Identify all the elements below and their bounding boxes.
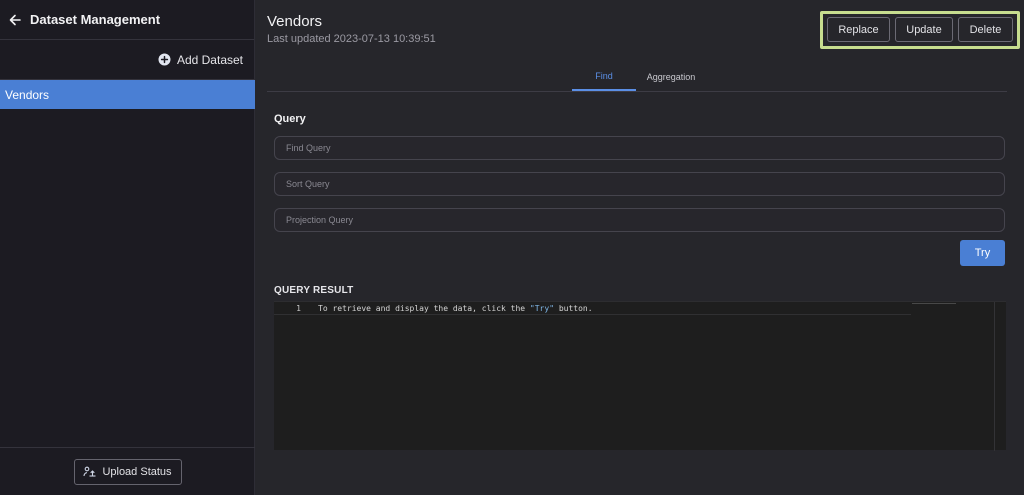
query-result-heading: QUERY RESULT — [274, 285, 354, 296]
result-message: To retrieve and display the data, click … — [318, 304, 593, 313]
sidebar: Dataset Management Add Dataset Vendors U… — [0, 0, 255, 495]
try-button[interactable]: Try — [960, 240, 1005, 266]
sidebar-header: Dataset Management — [0, 0, 254, 40]
add-dataset-label: Add Dataset — [176, 52, 243, 67]
editor-minimap[interactable] — [912, 302, 956, 305]
tab-aggregation[interactable]: Aggregation — [639, 62, 703, 91]
add-dataset-button[interactable]: Add Dataset — [0, 40, 254, 80]
tab-find[interactable]: Find — [572, 62, 636, 91]
upload-status-label: Upload Status — [102, 465, 172, 478]
back-arrow-icon[interactable] — [8, 13, 22, 27]
query-heading: Query — [274, 113, 306, 125]
find-query-input[interactable] — [274, 136, 1005, 160]
upload-status-icon — [83, 466, 96, 477]
upload-status-button[interactable]: Upload Status — [73, 458, 182, 485]
tab-bar: Find Aggregation — [267, 62, 1007, 92]
last-updated-value: 2023-07-13 10:39:51 — [333, 33, 436, 45]
result-message-end: button. — [554, 304, 593, 313]
last-updated: Last updated 2023-07-13 10:39:51 — [267, 33, 436, 45]
line-number: 1 — [296, 304, 301, 313]
delete-button[interactable]: Delete — [958, 17, 1013, 42]
projection-query-input[interactable] — [274, 208, 1005, 232]
main-panel: Vendors Last updated 2023-07-13 10:39:51 … — [256, 0, 1024, 495]
page-title: Vendors — [267, 13, 323, 30]
replace-button[interactable]: Replace — [827, 17, 890, 42]
sidebar-item-vendors[interactable]: Vendors — [0, 80, 255, 109]
plus-circle-icon — [158, 53, 171, 66]
update-button[interactable]: Update — [895, 17, 953, 42]
sort-query-input[interactable] — [274, 172, 1005, 196]
editor-line: 1 To retrieve and display the data, clic… — [274, 302, 911, 315]
result-message-text: To retrieve and display the data, click … — [318, 304, 530, 313]
sidebar-footer: Upload Status — [0, 447, 255, 495]
sidebar-title: Dataset Management — [30, 12, 161, 27]
editor-scrollbar[interactable] — [994, 302, 995, 451]
query-result-editor[interactable]: 1 To retrieve and display the data, clic… — [274, 301, 1006, 451]
result-message-string: "Try" — [529, 304, 555, 313]
last-updated-label: Last updated — [267, 33, 331, 45]
